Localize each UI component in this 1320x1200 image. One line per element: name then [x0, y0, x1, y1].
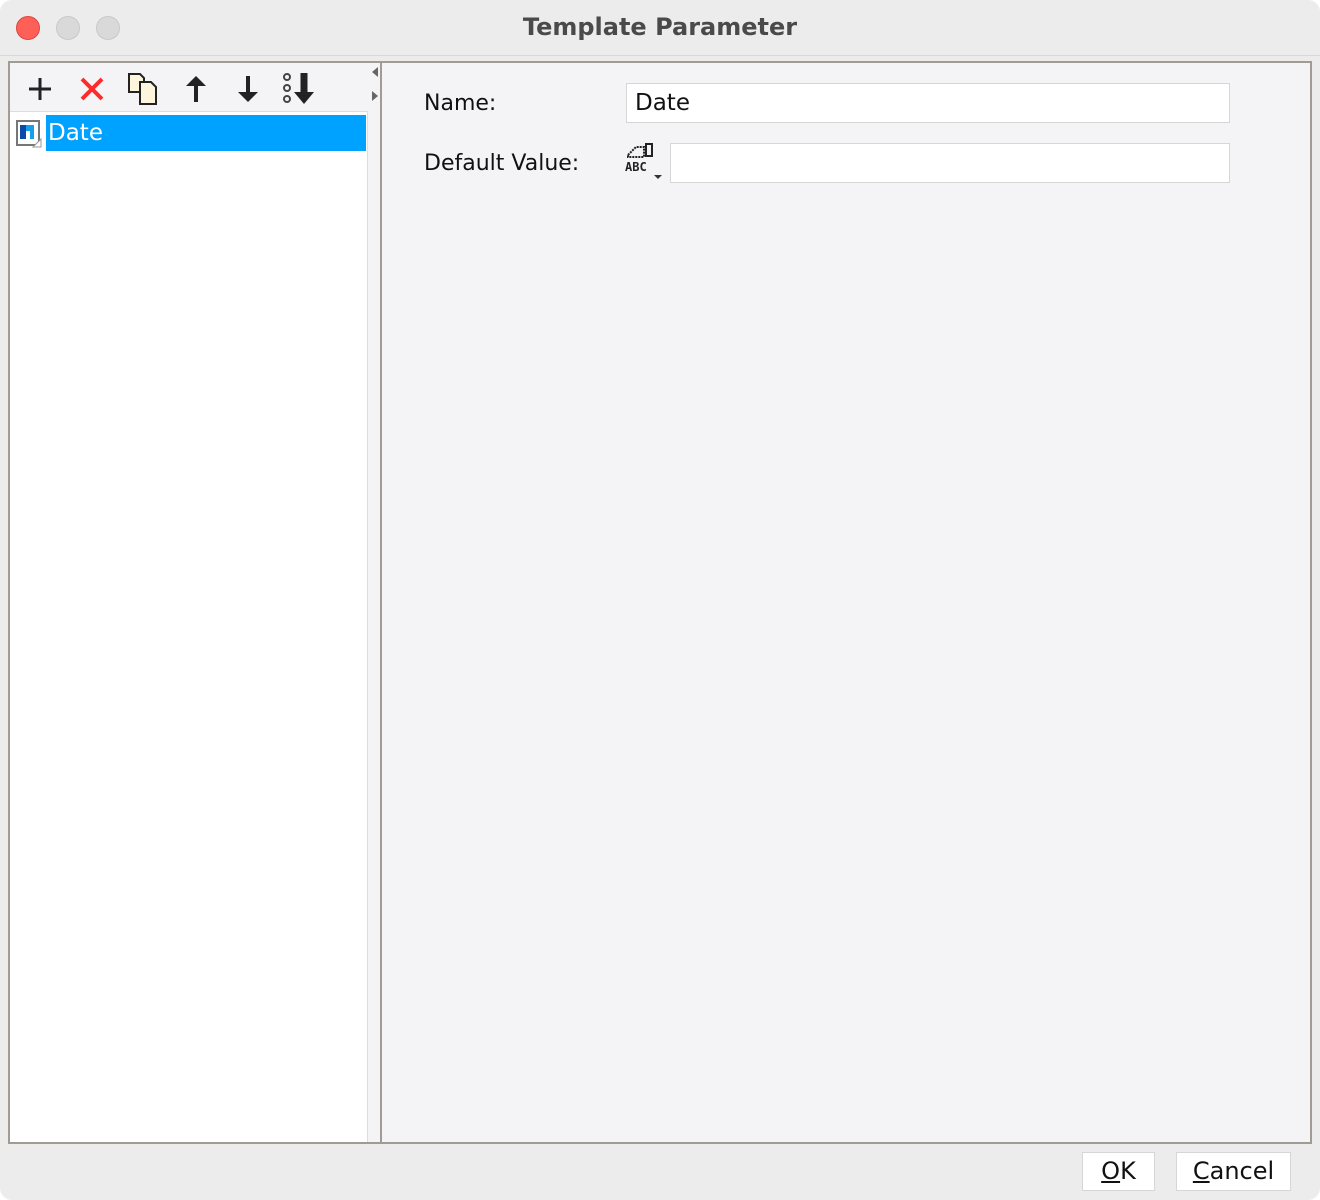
parameter-details-panel: Name: Date Default Value: ABC — [382, 63, 1310, 1142]
ok-mnemonic: O — [1101, 1157, 1120, 1185]
collapse-arrows-icon[interactable] — [370, 67, 380, 107]
parameter-tree: Date — [10, 111, 368, 1142]
sort-down-icon — [282, 72, 318, 106]
plus-icon — [26, 75, 54, 103]
value-type-dropdown[interactable]: ABC — [624, 141, 666, 185]
sort-button[interactable] — [280, 69, 320, 109]
parameter-list-panel: Date — [10, 63, 368, 1142]
arrow-up-icon — [184, 74, 208, 104]
list-toolbar — [10, 63, 368, 111]
abc-type-icon: ABC — [624, 141, 666, 185]
cancel-mnemonic: C — [1193, 1157, 1210, 1185]
name-label: Name: — [424, 91, 496, 116]
tree-item-label: Date — [46, 115, 366, 151]
move-up-button[interactable] — [176, 69, 216, 109]
parameter-icon — [16, 120, 44, 150]
title-bar: Template Parameter — [0, 0, 1320, 56]
cancel-label: ancel — [1210, 1157, 1275, 1185]
ok-label: K — [1120, 1157, 1136, 1185]
cancel-button[interactable]: Cancel — [1176, 1152, 1291, 1191]
ok-button[interactable]: OK — [1082, 1152, 1155, 1191]
add-button[interactable] — [20, 69, 60, 109]
dialog-window: Template Parameter Date Name: Date Defau… — [0, 0, 1320, 1200]
window-title: Template Parameter — [0, 13, 1320, 41]
content-panel: Date Name: Date Default Value: ABC — [8, 61, 1312, 1144]
arrow-down-icon — [236, 74, 260, 104]
name-input[interactable]: Date — [626, 83, 1230, 123]
copy-button[interactable] — [124, 69, 164, 109]
delete-x-icon — [78, 75, 106, 103]
svg-text:ABC: ABC — [625, 160, 647, 174]
default-value-label: Default Value: — [424, 151, 579, 176]
split-pane-divider[interactable] — [368, 63, 382, 1142]
default-value-input[interactable] — [670, 143, 1230, 183]
copy-icon — [127, 72, 161, 106]
tree-item-date[interactable]: Date — [16, 115, 366, 151]
delete-button[interactable] — [72, 69, 112, 109]
move-down-button[interactable] — [228, 69, 268, 109]
